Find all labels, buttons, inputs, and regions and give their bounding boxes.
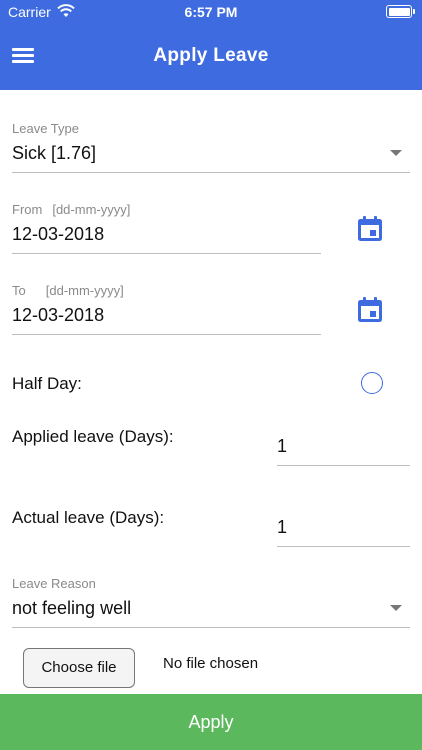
applied-leave-value: 1 xyxy=(277,436,288,456)
apply-button[interactable]: Apply xyxy=(0,694,422,750)
from-format-hint: [dd-mm-yyyy] xyxy=(52,202,131,217)
applied-leave-underline xyxy=(277,465,410,466)
leave-type-value: Sick [1.76] xyxy=(12,143,97,163)
from-date-value: 12-03-2018 xyxy=(12,224,105,244)
leave-type-label: Leave Type xyxy=(12,121,79,136)
to-underline xyxy=(12,334,321,335)
actual-leave-value: 1 xyxy=(277,517,288,537)
to-format-hint: [dd-mm-yyyy] xyxy=(45,283,124,298)
from-label: From [dd-mm-yyyy] xyxy=(12,202,131,217)
leave-type-underline xyxy=(12,172,410,173)
applied-leave-label: Applied leave (Days): xyxy=(12,427,174,446)
choose-file-button[interactable]: Choose file xyxy=(23,648,135,688)
page-title: Apply Leave xyxy=(153,45,269,66)
actual-leave-underline xyxy=(277,546,410,547)
half-day-radio[interactable] xyxy=(361,372,383,394)
leave-reason-value: not feeling well xyxy=(12,598,132,618)
calendar-icon[interactable] xyxy=(356,215,384,243)
from-underline xyxy=(12,253,321,254)
half-day-label: Half Day: xyxy=(12,374,82,393)
actual-leave-label: Actual leave (Days): xyxy=(12,508,165,527)
calendar-icon[interactable] xyxy=(356,296,384,324)
status-bar: Carrier 6:57 PM xyxy=(0,0,422,26)
app-header: Carrier 6:57 PM Apply Leave xyxy=(0,0,422,90)
status-time: 6:57 PM xyxy=(184,4,238,20)
chevron-down-icon xyxy=(390,605,402,611)
chevron-down-icon xyxy=(390,150,402,156)
to-date-value: 12-03-2018 xyxy=(12,305,105,325)
file-status: No file chosen xyxy=(163,655,259,672)
battery-icon xyxy=(386,5,415,18)
leave-reason-underline xyxy=(12,627,410,628)
leave-reason-label: Leave Reason xyxy=(12,576,96,591)
to-label: To [dd-mm-yyyy] xyxy=(12,283,124,298)
